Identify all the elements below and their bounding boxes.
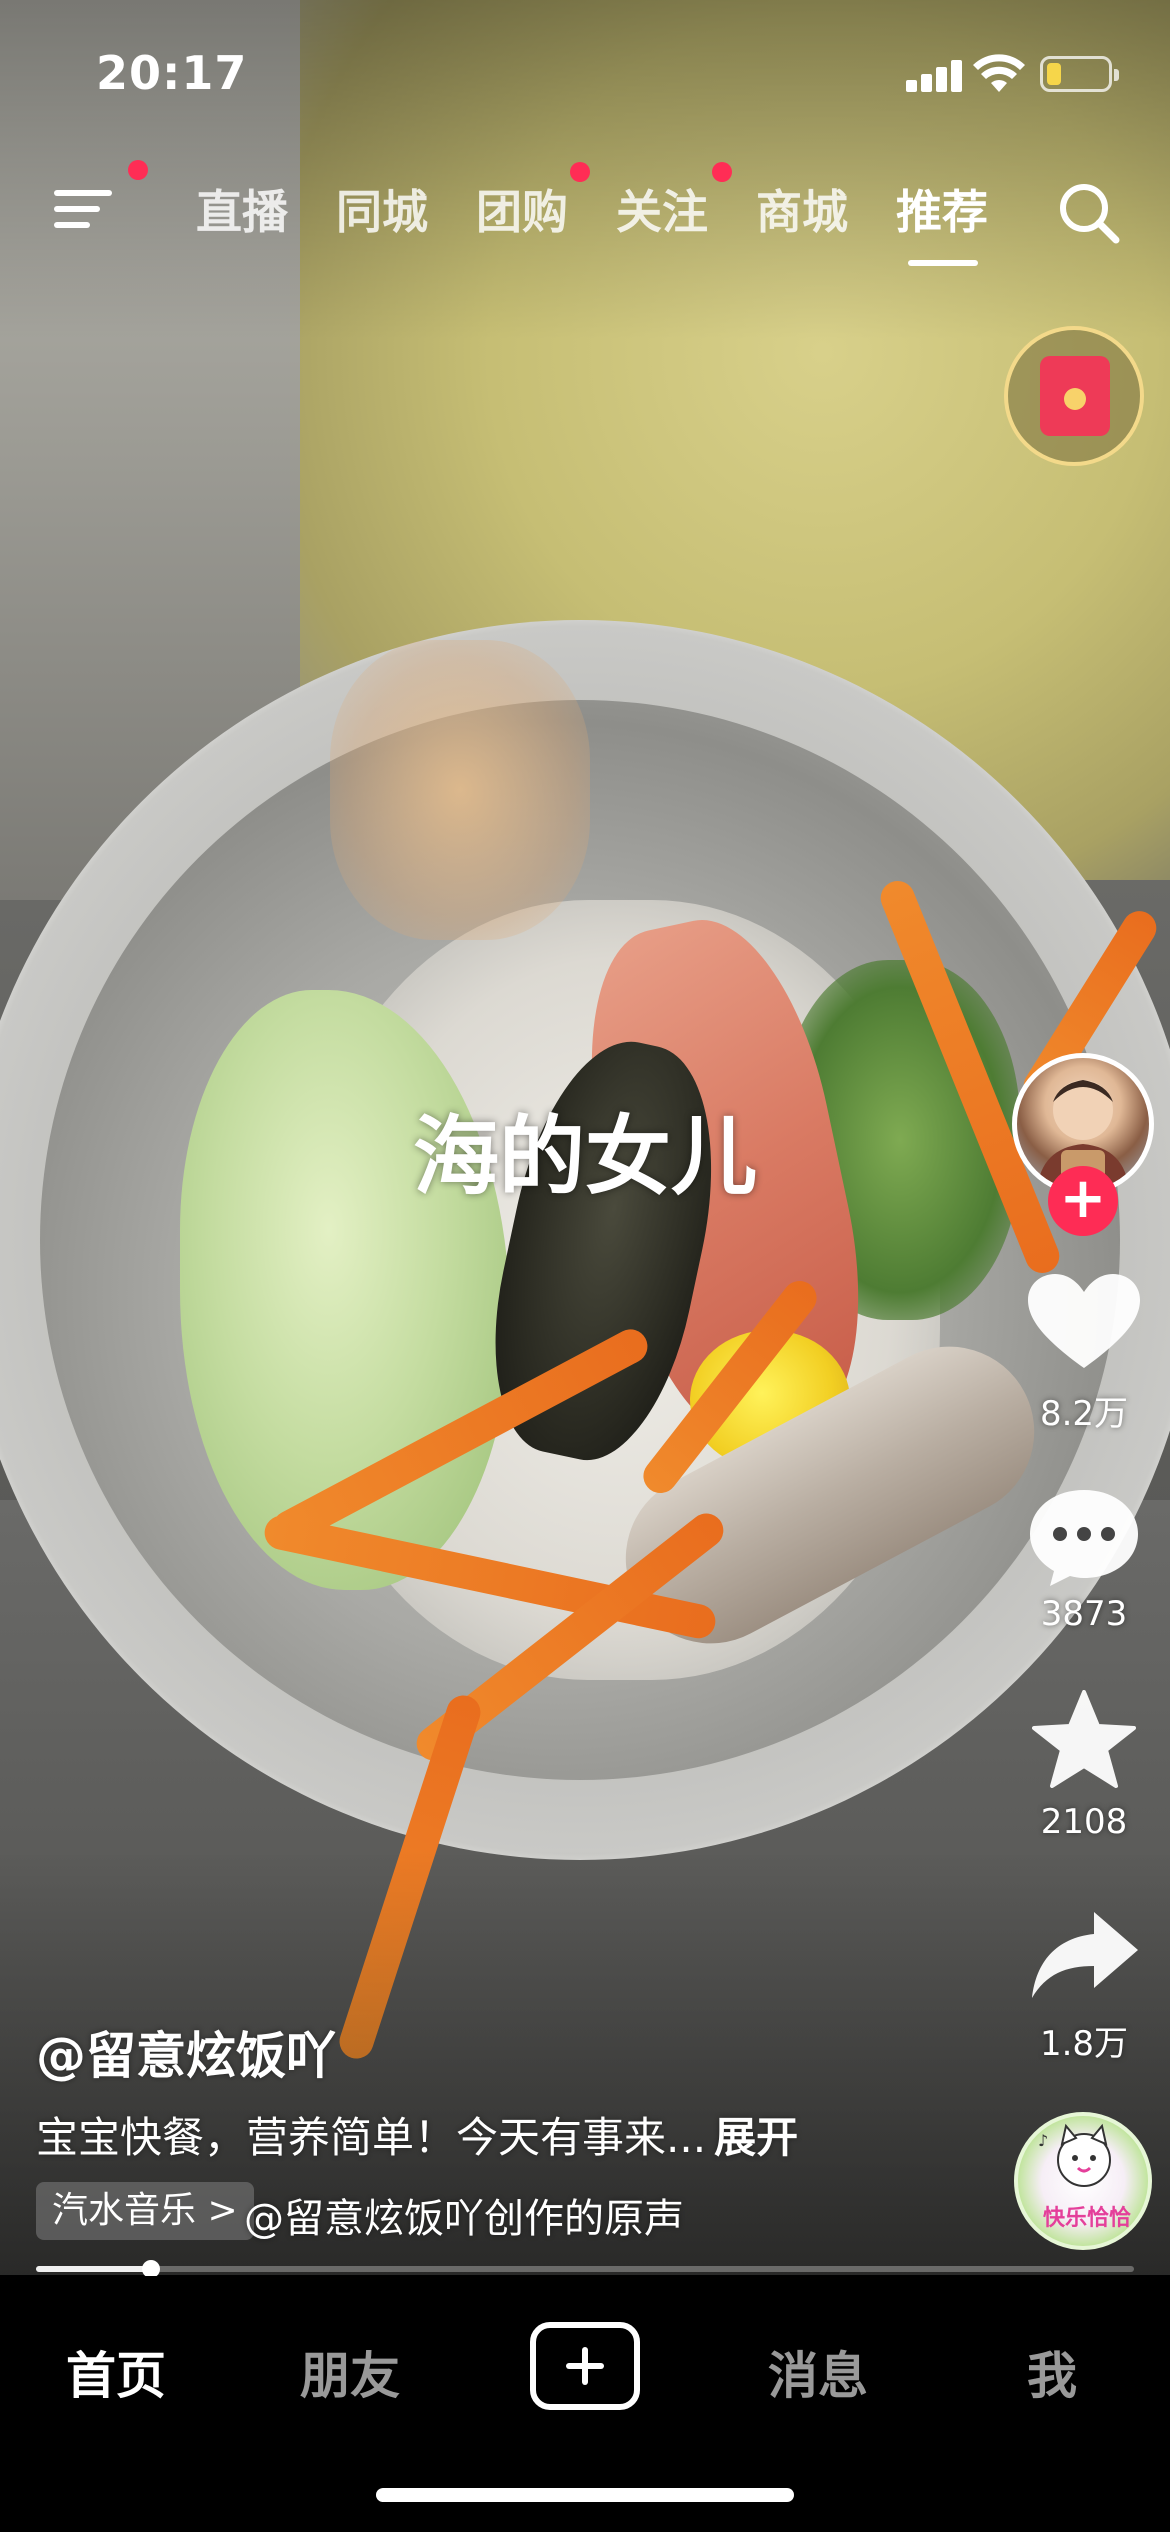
notification-dot (128, 160, 148, 180)
video-progress-bar[interactable] (36, 2260, 1134, 2278)
share-icon[interactable] (1022, 1900, 1146, 2010)
like-count: 8.2万 (1039, 1394, 1129, 1434)
tab-group-buy-dot (570, 162, 590, 182)
tab-me[interactable]: 我 (952, 2336, 1152, 2408)
music-disc-cat-icon: ♪ (1038, 2123, 1111, 2187)
tab-live[interactable]: 直播 (196, 176, 288, 242)
red-packet-widget[interactable] (1004, 326, 1144, 466)
active-tab-indicator (908, 260, 978, 266)
red-packet-icon (1040, 356, 1110, 436)
comment-icon[interactable] (1022, 1482, 1146, 1592)
tab-nearby[interactable]: 同城 (336, 176, 428, 242)
music-source-tag[interactable]: 汽水音乐 > (36, 2182, 254, 2240)
caption-text: 宝宝快餐，营养简单！今天有事来... (36, 2113, 707, 2162)
tab-mall[interactable]: 商城 (756, 176, 848, 242)
expand-button[interactable]: 展开 (714, 2113, 798, 2162)
favorite-star-icon[interactable] (1022, 1686, 1146, 1796)
home-indicator (376, 2488, 794, 2502)
tab-group-buy[interactable]: 团购 (476, 176, 568, 242)
video-progress-fill (36, 2266, 152, 2272)
tab-friends[interactable]: 朋友 (250, 2336, 450, 2408)
tab-messages[interactable]: 消息 (718, 2336, 918, 2408)
menu-icon[interactable] (54, 182, 118, 234)
tab-following[interactable]: 关注 (616, 176, 708, 242)
cellular-signal-icon (906, 58, 962, 92)
status-bar: 20:17 (0, 0, 1170, 140)
top-nav: 直播 同城 团购 关注 商城 推荐 (0, 160, 1170, 280)
tab-home[interactable]: 首页 (16, 2336, 216, 2408)
battery-level (1047, 63, 1061, 85)
follow-button[interactable]: + (1048, 1166, 1118, 1236)
battery-low-icon (1040, 56, 1119, 92)
svg-text:♪: ♪ (1038, 2131, 1048, 2150)
search-icon[interactable] (1054, 178, 1124, 248)
like-icon[interactable] (1022, 1268, 1146, 1378)
video-overlay-title: 海的女儿 (413, 1107, 757, 1207)
music-disc[interactable]: ♪ 快乐恰恰 (1014, 2112, 1152, 2250)
author-name[interactable]: @留意炫饭吖 (36, 2016, 336, 2088)
comment-count: 3873 (1040, 1594, 1128, 1634)
share-count: 1.8万 (1039, 2024, 1129, 2064)
favorite-count: 2108 (1040, 1802, 1128, 1842)
post-caption: 宝宝快餐，营养简单！今天有事来... 展开 (36, 2104, 798, 2165)
tab-following-dot (712, 162, 732, 182)
tab-recommend[interactable]: 推荐 (896, 176, 988, 242)
plus-icon[interactable] (530, 2322, 640, 2410)
status-time: 20:17 (96, 46, 248, 100)
music-info[interactable]: @留意炫饭吖创作的原声 (244, 2186, 684, 2244)
music-disc-label: 快乐恰恰 (1042, 2206, 1131, 2231)
video-frame-falling-food (330, 640, 590, 940)
wifi-icon (973, 54, 1025, 92)
